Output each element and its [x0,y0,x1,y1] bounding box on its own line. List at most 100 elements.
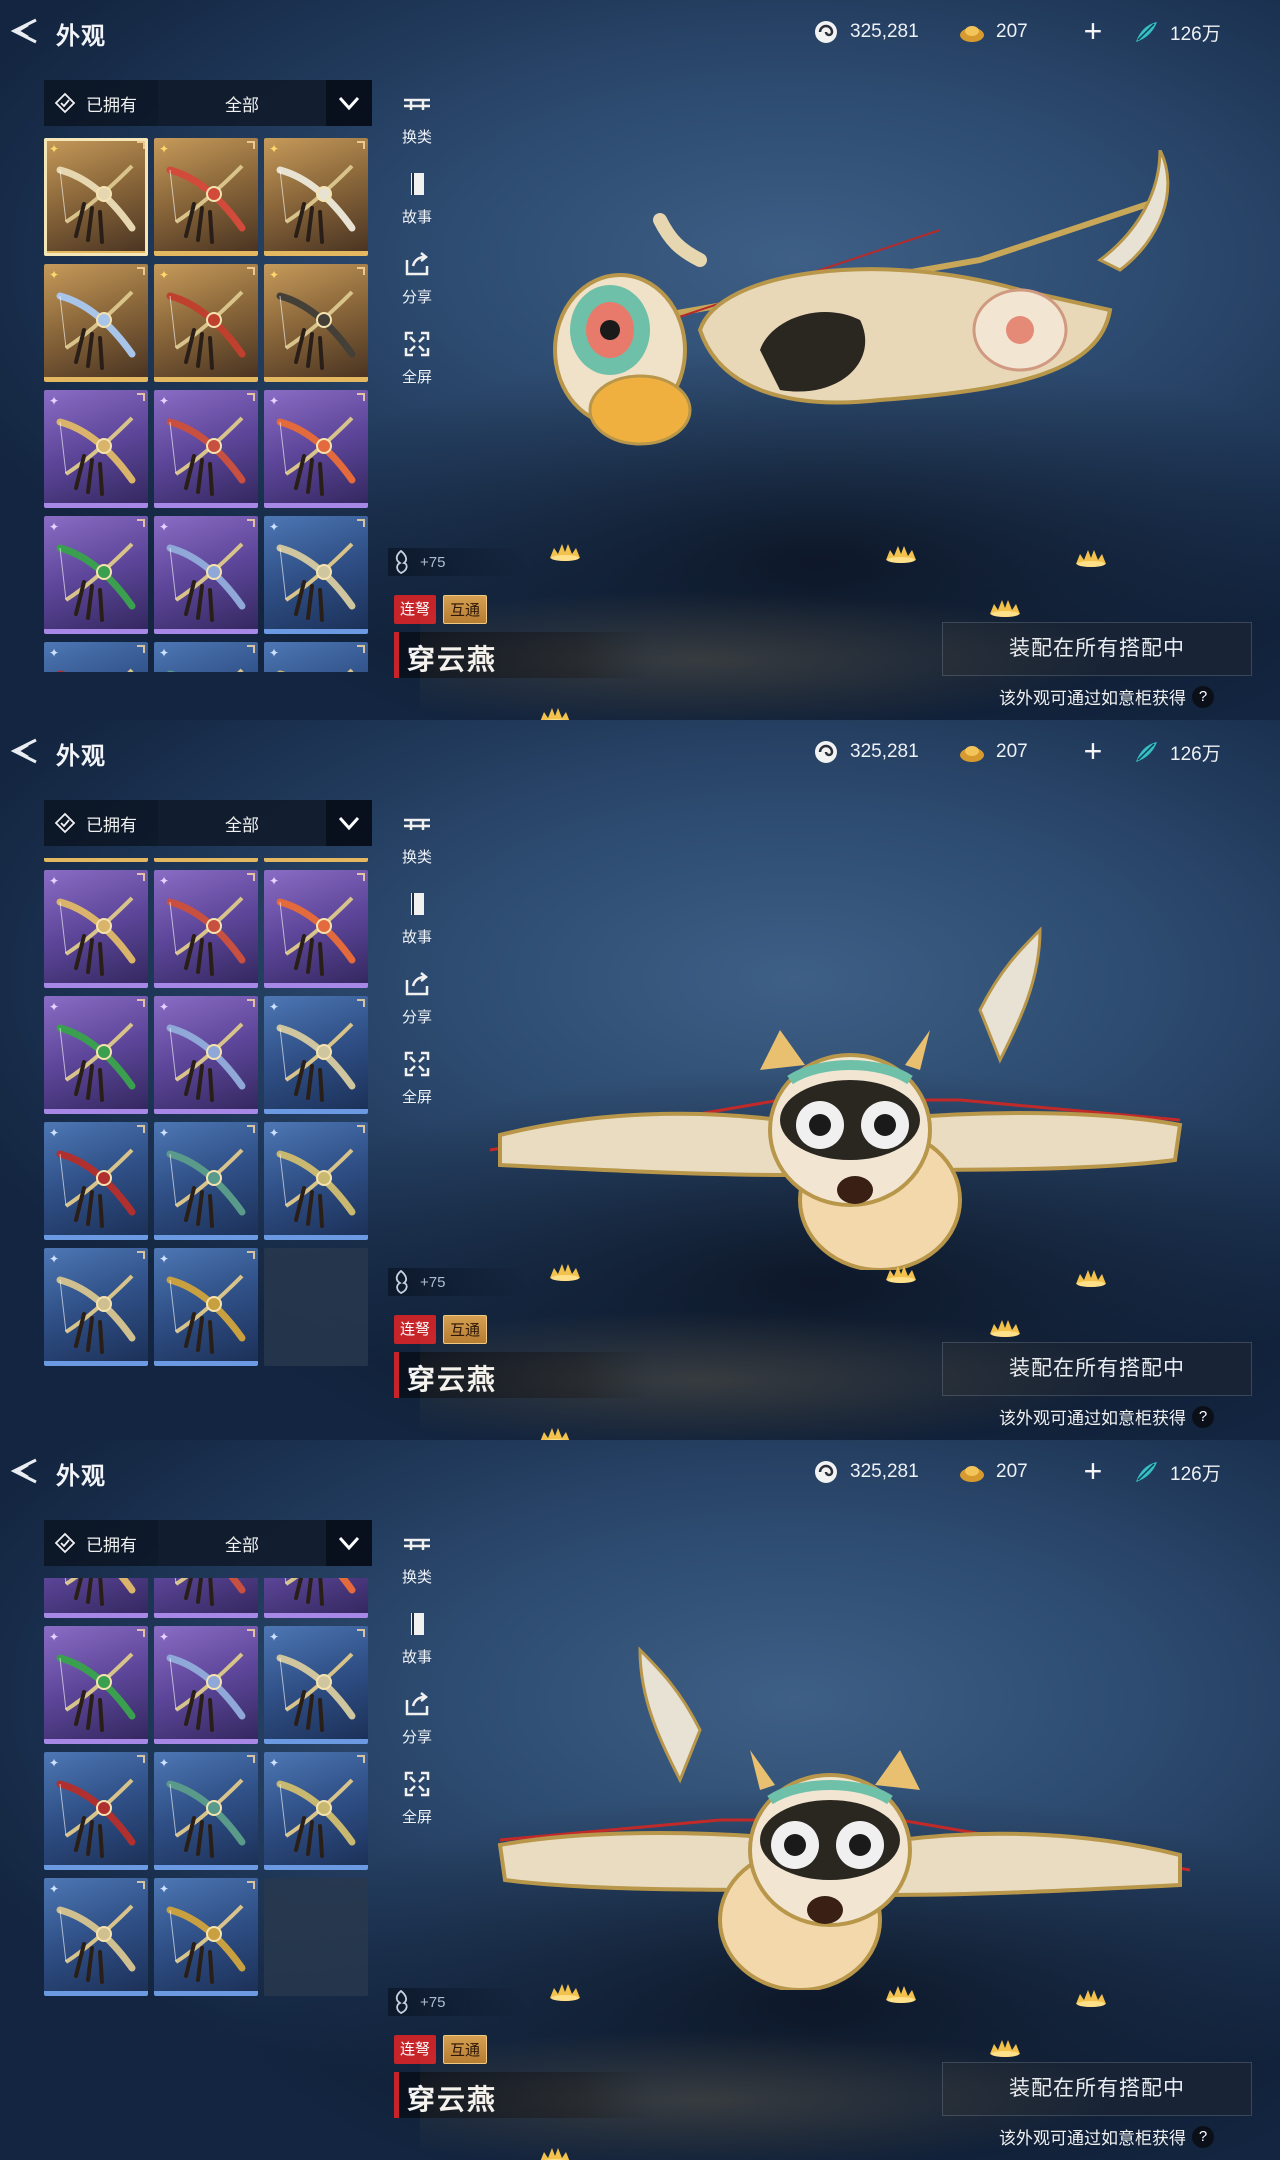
skin-tile[interactable]: ✦ [44,1752,148,1870]
side-menu-label: 故事 [401,209,432,226]
side-menu-label: 故事 [401,1649,432,1666]
category-select[interactable]: 全部 [158,1520,326,1566]
equip-all-button[interactable]: 装配在所有搭配中 [942,2062,1252,2116]
skin-tile[interactable]: ✦ [44,1626,148,1744]
add-currency-button[interactable]: + [1076,735,1110,767]
side-menu-fullscreen[interactable]: 全屏 [396,1048,438,1128]
skin-tile[interactable]: ✦ [264,870,368,988]
skin-tile[interactable]: ✦ [154,996,258,1114]
skin-tile[interactable]: ✦ [154,1248,258,1366]
crossbow-3d-preview[interactable] [460,1590,1220,1992]
skin-tile[interactable]: ✦ [264,1752,368,1870]
owned-check-icon [54,92,76,114]
skin-tile[interactable]: ✦ [44,516,148,634]
skin-tile[interactable]: ✦ [44,390,148,508]
skin-tile[interactable]: ✦ [264,996,368,1114]
skin-tile[interactable]: ✦ [154,1626,258,1744]
skin-tile[interactable]: ✦ [264,1626,368,1744]
skin-tile[interactable]: ✦ [154,1878,258,1996]
help-icon[interactable]: ? [1192,1405,1214,1428]
skin-tile[interactable]: ✦ [44,1878,148,1996]
owned-filter-toggle[interactable]: 已拥有 [44,800,158,846]
side-menu-share[interactable]: 分享 [396,248,438,328]
skin-tile[interactable]: ✦ [44,138,148,256]
chevron-down-icon[interactable] [326,800,372,846]
add-currency-button[interactable]: + [1076,15,1110,47]
skin-tile[interactable]: ✦ [264,138,368,256]
side-menu-switch-type[interactable]: 换类 [396,808,438,888]
side-menu-story-book[interactable]: 故事 [396,1608,438,1688]
item-tags: 连弩 互通 [394,2035,494,2064]
side-menu-story-book[interactable]: 故事 [396,888,438,968]
skin-grid[interactable]: ✦ ✦ ✦ ✦ ✦ [44,1578,374,2112]
fullscreen-icon [401,1768,433,1800]
side-menu-fullscreen[interactable]: 全屏 [396,1768,438,1848]
skin-tile[interactable]: ✦ [44,996,148,1114]
skin-grid[interactable]: ✦ ✦ ✦ ✦ ✦ [44,138,374,672]
equip-all-button[interactable]: 装配在所有搭配中 [942,1342,1252,1396]
skin-tile[interactable]: ✦ [154,1752,258,1870]
category-select[interactable]: 全部 [158,80,326,126]
chevron-down-icon[interactable] [326,1520,372,1566]
lotus-lantern-decoration [988,596,1022,618]
skin-tile[interactable]: ✦ [154,264,258,382]
source-hint: 该外观可通过如意柜获得 ? [999,2124,1214,2149]
side-menu: 换类 故事 分享 全屏 [396,1528,438,1848]
help-icon[interactable]: ? [1192,685,1214,708]
side-menu-switch-type[interactable]: 换类 [396,88,438,168]
skin-tile[interactable]: ✦ [264,264,368,382]
owned-filter-toggle[interactable]: 已拥有 [44,1520,158,1566]
switch-type-icon [401,808,433,840]
skin-tile[interactable]: ✦ [44,1578,148,1618]
skin-tile[interactable]: ✦ [44,1122,148,1240]
side-menu-fullscreen[interactable]: 全屏 [396,328,438,408]
skin-tile[interactable]: ✦ [44,1248,148,1366]
skin-tile[interactable]: ✦ [154,642,258,672]
back-arrow-icon[interactable] [6,734,40,768]
equip-all-button[interactable]: 装配在所有搭配中 [942,622,1252,676]
crossbow-3d-preview[interactable] [460,149,1220,550]
back-arrow-icon[interactable] [6,1454,40,1488]
skin-grid[interactable]: ✦ ✦ ✦ ✦ ✦ [44,858,374,1392]
item-name: 穿云燕 [407,644,498,675]
side-menu-story-book[interactable]: 故事 [396,168,438,248]
lotus-lantern-decoration [538,2144,572,2160]
skin-tile[interactable]: ✦ [44,264,148,382]
skin-tile[interactable]: ✦ [264,390,368,508]
skin-tile[interactable]: ✦ [154,138,258,256]
skin-tile[interactable]: ✦ [154,390,258,508]
side-menu-label: 全屏 [401,1809,432,1826]
side-menu-label: 分享 [401,289,432,306]
skin-tile[interactable]: ✦ [44,870,148,988]
skin-tile[interactable]: ✦ [44,858,148,862]
owned-filter-label: 已拥有 [86,815,137,835]
chevron-down-icon[interactable] [326,80,372,126]
cross-play-tag: 互通 [443,2035,488,2064]
category-select[interactable]: 全部 [158,800,326,846]
skin-tile[interactable]: ✦ [154,870,258,988]
currency-value: 207 [996,21,1028,42]
skin-tile[interactable]: ✦ [264,1578,368,1618]
weapon-type-tag: 连弩 [394,595,437,624]
crossbow-3d-preview[interactable] [460,870,1220,1272]
owned-filter-toggle[interactable]: 已拥有 [44,80,158,126]
skin-tile[interactable]: ✦ [154,1122,258,1240]
skin-tile[interactable]: ✦ [154,1578,258,1618]
help-icon[interactable]: ? [1192,2125,1214,2148]
skin-tile[interactable]: ✦ [264,1122,368,1240]
side-menu-switch-type[interactable]: 换类 [396,1528,438,1608]
skin-tile[interactable]: ✦ [154,858,258,862]
add-currency-button[interactable]: + [1076,1455,1110,1487]
shell-currency-icon [812,18,840,46]
side-menu-label: 全屏 [401,1089,432,1106]
back-arrow-icon[interactable] [6,14,40,48]
skin-tile[interactable]: ✦ [264,858,368,862]
side-menu-share[interactable]: 分享 [396,968,438,1048]
story-book-icon [401,888,433,920]
side-menu-share[interactable]: 分享 [396,1688,438,1768]
skin-tile[interactable]: ✦ [264,642,368,672]
skin-tile[interactable]: ✦ [154,516,258,634]
skin-tile[interactable]: ✦ [264,516,368,634]
side-menu: 换类 故事 分享 全屏 [396,808,438,1128]
skin-tile[interactable]: ✦ [44,642,148,672]
